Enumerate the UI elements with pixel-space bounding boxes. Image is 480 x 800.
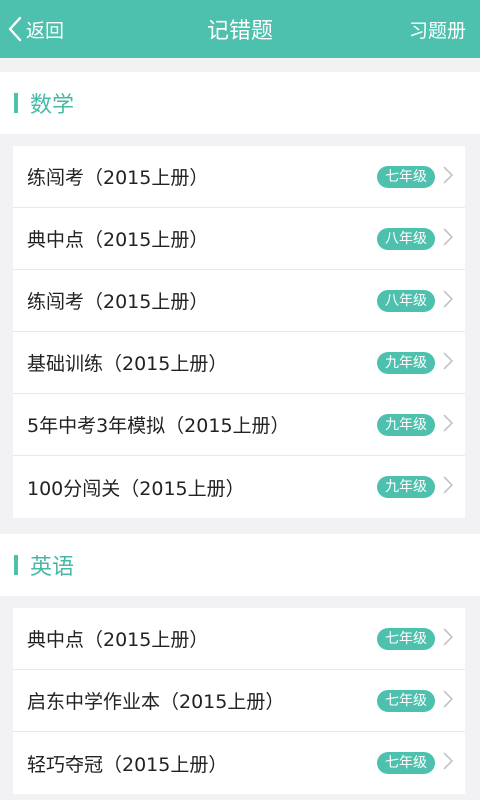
book-title: 练闯考（2015上册） xyxy=(27,167,209,189)
back-button[interactable]: 返回 xyxy=(8,0,64,58)
list-item[interactable]: 启东中学作业本（2015上册） 七年级 xyxy=(13,670,465,732)
list-item[interactable]: 典中点（2015上册） 八年级 xyxy=(13,208,465,270)
chevron-right-icon xyxy=(443,689,454,712)
section-title: 英语 xyxy=(30,555,75,580)
grade-badge: 七年级 xyxy=(377,752,435,774)
book-title: 轻巧夺冠（2015上册） xyxy=(27,753,228,776)
top-bar: 返回 记错题 习题册 xyxy=(0,0,480,58)
chevron-right-icon xyxy=(443,289,454,312)
book-title: 100分闯关（2015上册） xyxy=(27,477,245,500)
list-item[interactable]: 练闯考（2015上册） 七年级 xyxy=(13,146,465,208)
section-header-math: 数学 xyxy=(0,72,480,134)
grade-badge: 八年级 xyxy=(377,227,435,250)
list-item[interactable]: 练闯考（2015上册） 八年级 xyxy=(13,270,465,332)
grade-badge: 九年级 xyxy=(377,413,435,436)
section-title: 数学 xyxy=(30,93,75,118)
chevron-right-icon xyxy=(443,351,454,374)
grade-badge: 七年级 xyxy=(377,165,435,188)
grade-badge: 七年级 xyxy=(377,627,435,650)
chevron-right-icon xyxy=(443,627,454,650)
book-list-english: 典中点（2015上册） 七年级 启东中学作业本（2015上册） 七年级 轻巧夺冠… xyxy=(13,608,465,794)
section-accent-bar xyxy=(14,93,18,113)
grade-badge: 九年级 xyxy=(377,476,435,498)
book-title: 启东中学作业本（2015上册） xyxy=(27,691,285,713)
list-item[interactable]: 5年中考3年模拟（2015上册） 九年级 xyxy=(13,394,465,456)
book-title: 典中点（2015上册） xyxy=(27,229,209,251)
chevron-right-icon xyxy=(443,476,454,498)
chevron-right-icon xyxy=(443,413,454,436)
book-title: 典中点（2015上册） xyxy=(27,629,209,651)
exercise-book-button[interactable]: 习题册 xyxy=(409,0,466,58)
book-list-math: 练闯考（2015上册） 七年级 典中点（2015上册） 八年级 练闯考（2015… xyxy=(13,146,465,518)
list-item[interactable]: 100分闯关（2015上册） 九年级 xyxy=(13,456,465,518)
section-accent-bar xyxy=(14,555,18,575)
book-title: 基础训练（2015上册） xyxy=(27,353,228,375)
book-title: 练闯考（2015上册） xyxy=(27,291,209,313)
section-header-english: 英语 xyxy=(0,534,480,596)
list-item[interactable]: 基础训练（2015上册） 九年级 xyxy=(13,332,465,394)
grade-badge: 八年级 xyxy=(377,289,435,312)
chevron-left-icon xyxy=(8,16,22,42)
list-item[interactable]: 典中点（2015上册） 七年级 xyxy=(13,608,465,670)
grade-badge: 九年级 xyxy=(377,351,435,374)
back-label: 返回 xyxy=(26,19,65,42)
grade-badge: 七年级 xyxy=(377,689,435,712)
book-title: 5年中考3年模拟（2015上册） xyxy=(27,415,290,437)
chevron-right-icon xyxy=(443,752,454,774)
chevron-right-icon xyxy=(443,227,454,250)
chevron-right-icon xyxy=(443,165,454,188)
list-item[interactable]: 轻巧夺冠（2015上册） 七年级 xyxy=(13,732,465,794)
